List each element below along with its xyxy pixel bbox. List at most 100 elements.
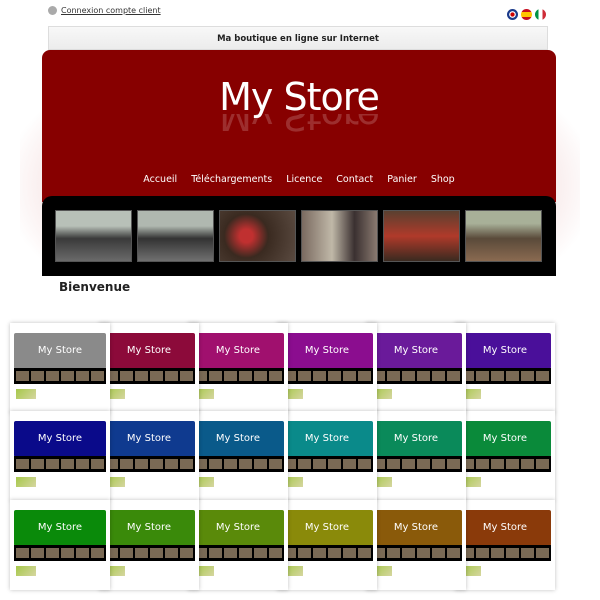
content-area: Bienvenue [48,276,548,326]
thumbnail-logo: My Store [126,433,172,444]
thumbnail-logo: My Store [126,345,172,356]
thumbnail-header: My Store [281,333,373,369]
thumbnail-photos [372,371,460,381]
gallery-photo[interactable] [301,210,378,262]
login-label[interactable]: Connexion compte client [61,6,161,15]
thumbnail-photos [461,371,549,381]
login-link[interactable]: Connexion compte client [48,6,161,15]
thumbnail-photos [283,548,371,558]
nav-contact[interactable]: Contact [336,174,373,185]
thumbnail-header: My Store [281,510,373,546]
thumbnail-logo: My Store [37,433,83,444]
store-logo[interactable]: My Store [42,75,556,119]
theme-thumbnail[interactable]: My Store [455,323,555,413]
theme-thumbnail[interactable]: My Store [366,500,466,590]
thumbnail-header: My Store [14,333,106,369]
thumbnail-image [16,477,36,487]
main-nav: Accueil Téléchargements Licence Contact … [42,174,556,185]
thumbnail-header: My Store [192,421,284,457]
thumbnail-image [16,566,36,576]
thumbnail-photos [105,459,193,469]
thumbnail-photos [372,548,460,558]
thumbnail-header: My Store [103,510,195,546]
theme-thumbnail[interactable]: My Store [99,323,199,413]
thumbnail-logo: My Store [393,433,439,444]
thumbnail-photos [461,548,549,558]
thumbnail-photos [16,371,104,381]
site-tagline: Ma boutique en ligne sur Internet [48,26,548,50]
thumbnail-header: My Store [103,333,195,369]
thumbnail-logo: My Store [482,433,528,444]
theme-thumbnail[interactable]: My Store [10,500,110,590]
thumbnail-logo: My Store [215,522,261,533]
theme-thumbnail[interactable]: My Store [277,500,377,590]
nav-panier[interactable]: Panier [387,174,417,185]
theme-thumbnail[interactable]: My Store [188,323,288,413]
thumbnail-logo: My Store [37,345,83,356]
thumbnail-logo: My Store [482,345,528,356]
gallery-photo[interactable] [55,210,132,262]
thumbnail-photos [194,548,282,558]
thumbnail-photos [372,459,460,469]
theme-thumbnail[interactable]: My Store [277,411,377,501]
gallery-photo[interactable] [383,210,460,262]
thumbnail-photos [283,371,371,381]
gallery-photo[interactable] [465,210,542,262]
thumbnail-header: My Store [370,510,462,546]
thumbnail-photos [105,371,193,381]
language-selector [507,9,546,20]
gallery-photo[interactable] [219,210,296,262]
thumbnail-header: My Store [192,333,284,369]
user-icon [48,6,57,15]
thumbnail-photos [461,459,549,469]
logo-reflection: My Store [219,114,379,138]
thumbnail-photos [105,548,193,558]
thumbnail-header: My Store [103,421,195,457]
thumbnail-logo: My Store [482,522,528,533]
theme-variants-grid: My Store My Store My Store My Store My Store… [10,323,590,593]
thumbnail-image [16,389,36,399]
theme-thumbnail[interactable]: My Store [277,323,377,413]
thumbnail-logo: My Store [215,345,261,356]
thumbnail-logo: My Store [393,345,439,356]
theme-thumbnail[interactable]: My Store [188,411,288,501]
welcome-heading: Bienvenue [59,280,131,294]
thumbnail-header: My Store [14,421,106,457]
thumbnail-logo: My Store [393,522,439,533]
theme-thumbnail[interactable]: My Store [455,411,555,501]
theme-thumbnail[interactable]: My Store [99,411,199,501]
theme-thumbnail[interactable]: My Store [188,500,288,590]
thumbnail-photos [194,459,282,469]
thumbnail-header: My Store [14,510,106,546]
thumbnail-header: My Store [459,510,551,546]
uk-flag-icon[interactable] [507,9,518,20]
thumbnail-photos [16,548,104,558]
thumbnail-header: My Store [192,510,284,546]
theme-thumbnail[interactable]: My Store [99,500,199,590]
store-header: My Store My Store Accueil Téléchargement… [42,50,556,202]
theme-thumbnail[interactable]: My Store [10,323,110,413]
nav-shop[interactable]: Shop [431,174,455,185]
thumbnail-header: My Store [459,333,551,369]
gallery-photo[interactable] [137,210,214,262]
thumbnail-photos [194,371,282,381]
thumbnail-logo: My Store [215,433,261,444]
thumbnail-photos [283,459,371,469]
thumbnail-header: My Store [459,421,551,457]
nav-licence[interactable]: Licence [286,174,322,185]
thumbnail-photos [16,459,104,469]
theme-thumbnail[interactable]: My Store [10,411,110,501]
thumbnail-logo: My Store [37,522,83,533]
spain-flag-icon[interactable] [521,9,532,20]
thumbnail-logo: My Store [126,522,172,533]
thumbnail-logo: My Store [304,522,350,533]
theme-thumbnail[interactable]: My Store [455,500,555,590]
nav-accueil[interactable]: Accueil [143,174,177,185]
thumbnail-header: My Store [370,333,462,369]
thumbnail-logo: My Store [304,433,350,444]
theme-thumbnail[interactable]: My Store [366,323,466,413]
nav-telechargements[interactable]: Téléchargements [191,174,272,185]
thumbnail-logo: My Store [304,345,350,356]
italy-flag-icon[interactable] [535,9,546,20]
theme-thumbnail[interactable]: My Store [366,411,466,501]
